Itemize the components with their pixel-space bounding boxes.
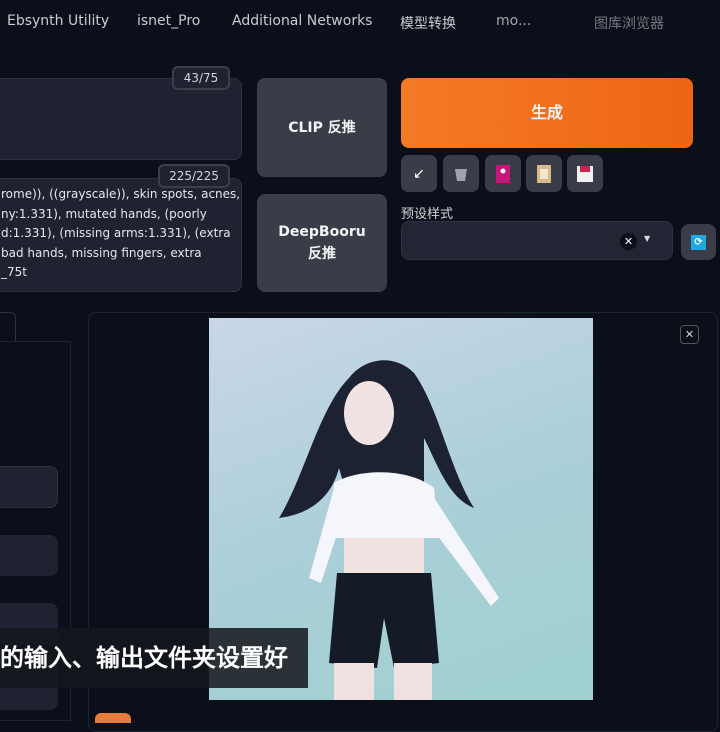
tab-image-browser[interactable]: 图库浏览器: [594, 13, 664, 33]
prompt-token-counter: 43/75: [172, 66, 230, 90]
refresh-styles-button[interactable]: ⟳: [681, 224, 716, 260]
negative-line: bad hands, missing fingers, extra: [1, 245, 202, 260]
setting-field[interactable]: [0, 466, 58, 508]
tab-isnet-pro[interactable]: isnet_Pro: [137, 13, 200, 29]
clip-interrogate-button[interactable]: CLIP 反推: [257, 78, 387, 177]
paste-arrow-button[interactable]: ↙: [401, 155, 437, 192]
save-style-button[interactable]: [567, 155, 603, 192]
negative-line: ny:1.331), mutated hands, (poorly: [1, 206, 207, 221]
styles-label: 预设样式: [401, 207, 454, 222]
video-subtitle: 的输入、输出文件夹设置好: [0, 628, 308, 688]
clear-icon[interactable]: ✕: [620, 233, 637, 250]
tab-ebsynth-utility[interactable]: Ebsynth Utility: [7, 13, 109, 29]
image-icon: [496, 164, 510, 183]
extra-networks-button[interactable]: [485, 155, 521, 192]
setting-field[interactable]: [0, 535, 58, 576]
orange-button-edge[interactable]: [95, 713, 131, 723]
clear-button[interactable]: [443, 155, 479, 192]
tab-additional-networks[interactable]: Additional Networks: [232, 13, 372, 29]
apply-style-button[interactable]: [526, 155, 562, 192]
trash-icon: [455, 168, 467, 181]
clipboard-icon: [537, 164, 551, 183]
tab-mo[interactable]: mo...: [496, 13, 531, 29]
negative-line: _75t: [1, 265, 27, 279]
negative-line: d:1.331), (missing arms:1.331), (extra: [1, 226, 231, 240]
refresh-icon: ⟳: [691, 234, 706, 250]
tab-model-convert[interactable]: 模型转换: [400, 13, 456, 33]
generate-button[interactable]: 生成: [401, 78, 693, 148]
deepbooru-interrogate-button[interactable]: DeepBooru 反推: [257, 194, 387, 292]
settings-tab[interactable]: [0, 312, 16, 342]
chevron-down-icon: ▼: [644, 234, 651, 243]
save-icon: [577, 165, 593, 182]
negative-prompt-input[interactable]: rome)), ((grayscale)), skin spots, acnes…: [0, 178, 242, 292]
negative-token-counter: 225/225: [158, 164, 230, 188]
prompt-input[interactable]: [0, 78, 242, 160]
close-icon[interactable]: ✕: [680, 325, 699, 344]
arrow-icon: ↙: [413, 165, 425, 182]
styles-dropdown[interactable]: ✕ ▼: [401, 221, 673, 260]
